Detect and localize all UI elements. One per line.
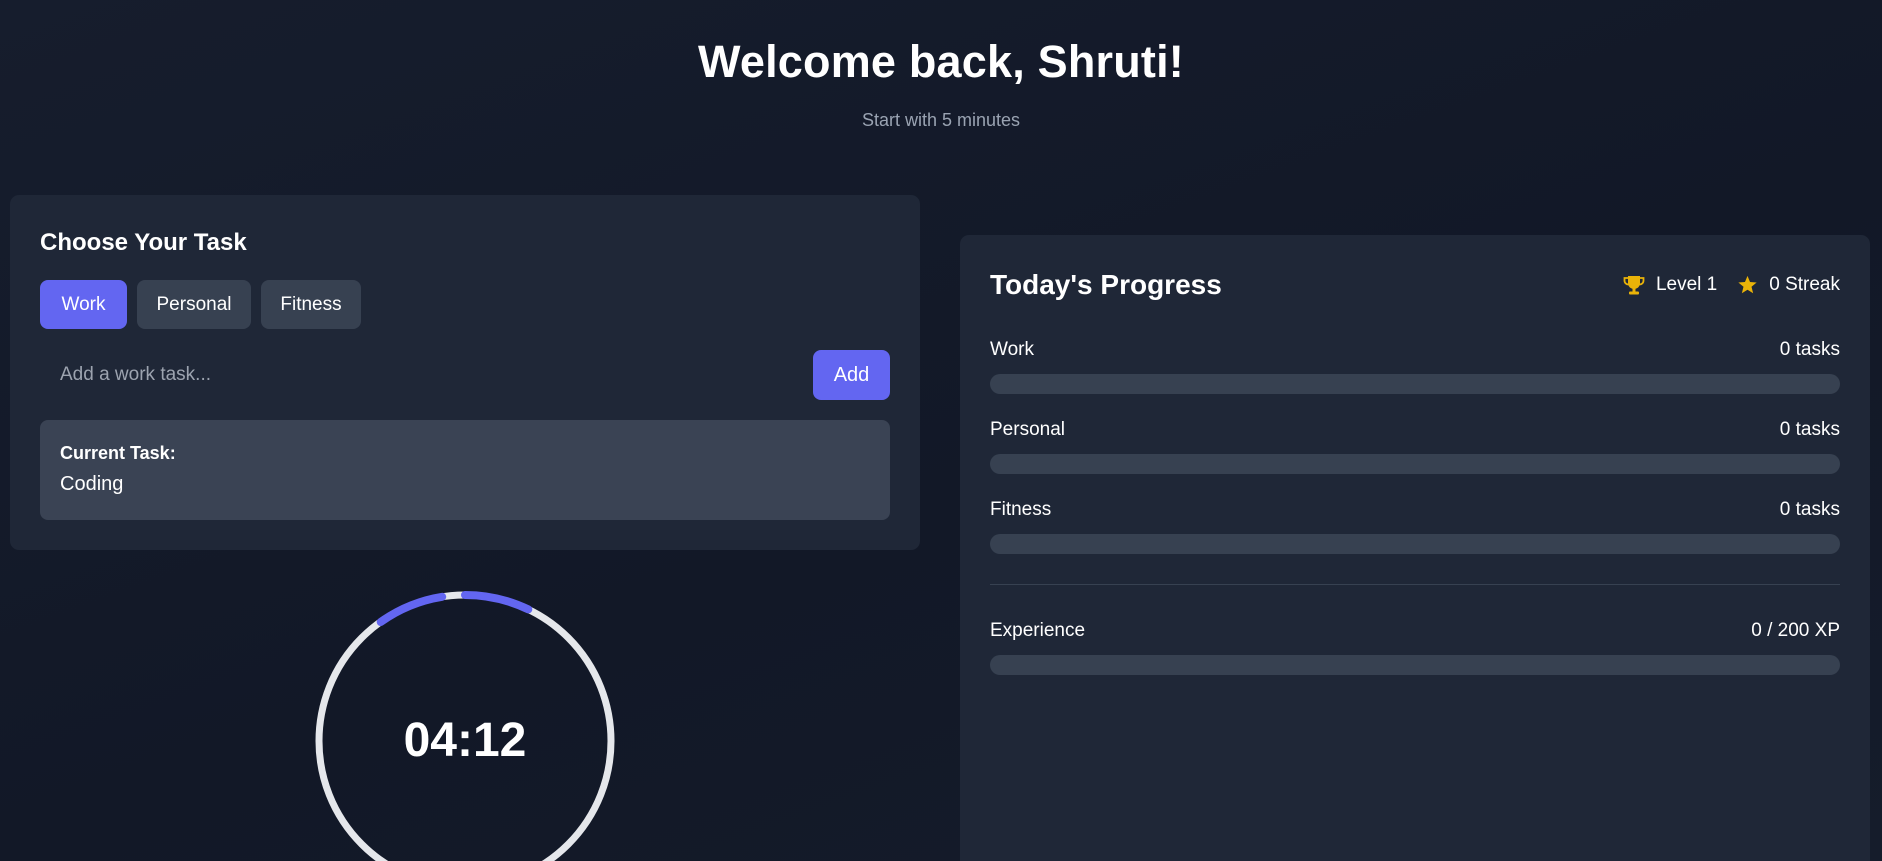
timer-progress-arc-trail <box>376 592 447 626</box>
personal-progress-bar <box>990 454 1840 474</box>
work-progress-bar <box>990 374 1840 394</box>
star-icon <box>1738 275 1757 294</box>
personal-progress-label: Personal <box>990 419 1065 440</box>
task-panel-title: Choose Your Task <box>40 229 247 256</box>
work-progress-value: 0 tasks <box>1779 339 1840 360</box>
progress-stats: Level 1 0 Streak <box>1623 274 1840 296</box>
experience-label: Experience <box>990 620 1086 641</box>
experience-bar <box>990 655 1840 675</box>
level-text: Level 1 <box>1655 274 1718 295</box>
experience-value: 0 / 200 XP <box>1751 620 1840 641</box>
add-task-button[interactable]: Add <box>813 350 890 400</box>
current-task-label: Current Task: <box>60 443 176 463</box>
trophy-icon <box>1623 276 1645 295</box>
timer-progress-arc <box>461 590 533 614</box>
progress-panel: Today's Progress Level 1 0 Streak Work 0… <box>960 235 1870 861</box>
page-title: Welcome back, Shruti! <box>698 36 1184 87</box>
timer-display: 04:12 <box>403 714 527 767</box>
timer: 04:12 <box>312 588 618 861</box>
divider <box>990 584 1840 585</box>
category-fitness-button[interactable]: Fitness <box>261 280 361 329</box>
personal-progress-value: 0 tasks <box>1779 419 1840 440</box>
streak-stat: 0 Streak <box>1737 274 1840 296</box>
progress-panel-title: Today's Progress <box>990 269 1222 300</box>
fitness-progress-label: Fitness <box>990 499 1052 520</box>
level-stat: Level 1 <box>1623 274 1717 296</box>
current-task-card: Current Task: Coding <box>40 420 890 520</box>
category-work-button[interactable]: Work <box>40 280 127 329</box>
current-task-value: Coding <box>60 473 124 495</box>
task-panel: Choose Your Task Work Personal Fitness A… <box>10 195 920 550</box>
page-subtitle: Start with 5 minutes <box>861 110 1021 130</box>
task-input[interactable] <box>40 350 810 400</box>
work-progress-label: Work <box>990 339 1034 360</box>
fitness-progress-value: 0 tasks <box>1779 499 1840 520</box>
category-personal-button[interactable]: Personal <box>137 280 251 329</box>
streak-text: 0 Streak <box>1769 274 1840 295</box>
fitness-progress-bar <box>990 534 1840 554</box>
